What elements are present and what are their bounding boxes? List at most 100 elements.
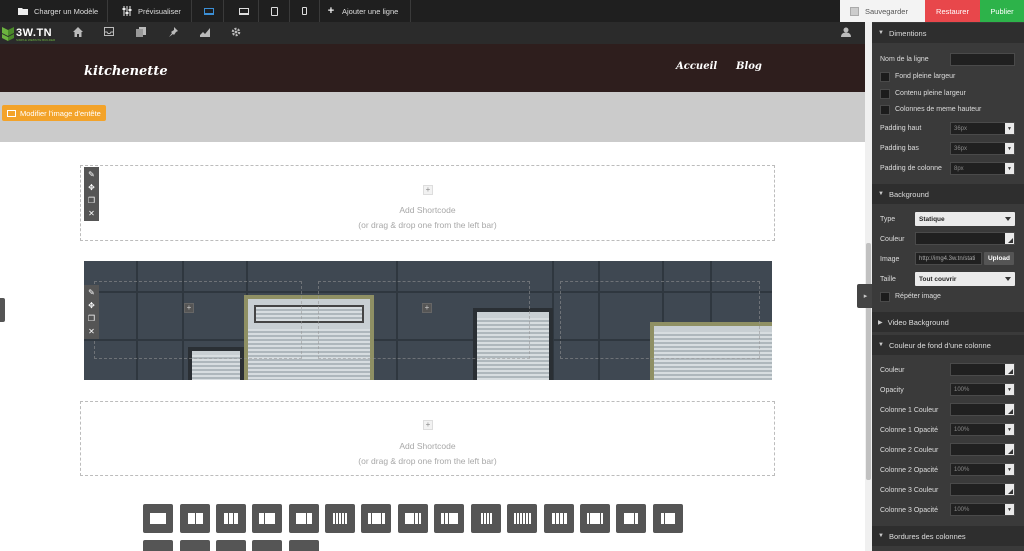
padding-top-select[interactable]: 36px ▼: [950, 122, 1015, 135]
desktop-view-button[interactable]: [194, 0, 224, 22]
layout-option-button[interactable]: [252, 540, 282, 551]
opacity-label: Opacity: [880, 387, 904, 394]
padding-col-select[interactable]: 8px ▼: [950, 162, 1015, 175]
section-dimensions[interactable]: ▼ Dimentions: [872, 23, 1024, 43]
col1-color-picker[interactable]: [950, 403, 1015, 416]
add-shortcode-plus[interactable]: +: [423, 420, 433, 430]
row-name-input[interactable]: [950, 53, 1015, 66]
layout-option-button[interactable]: [434, 504, 464, 533]
same-height-label: Colonnes de meme hauteur: [895, 106, 982, 113]
sliders-icon: [122, 6, 132, 16]
restore-button[interactable]: Restaurer: [925, 0, 980, 22]
move-icon[interactable]: ✥: [85, 299, 98, 312]
full-bg-checkbox[interactable]: [880, 72, 890, 82]
edit-header-image-button[interactable]: Modifier l'image d'entête: [2, 105, 106, 121]
delete-icon[interactable]: ✕: [85, 207, 98, 220]
caret-down-icon: ▼: [878, 191, 884, 197]
add-shortcode-plus[interactable]: +: [423, 185, 433, 195]
col3-opacity-select[interactable]: 100% ▼: [950, 503, 1015, 516]
publish-button[interactable]: Publier: [980, 0, 1024, 22]
menu-link-accueil[interactable]: Accueil: [676, 61, 717, 72]
section-column-borders[interactable]: ▼ Bordures des colonnes: [872, 526, 1024, 546]
layout-option-button[interactable]: [544, 504, 574, 533]
edit-icon[interactable]: ✎: [85, 286, 98, 299]
layout-option-button[interactable]: [143, 504, 173, 533]
same-height-checkbox[interactable]: [880, 105, 890, 115]
stats-icon[interactable]: [199, 27, 211, 39]
menu-link-blog[interactable]: Blog: [736, 61, 762, 72]
left-bar-handle[interactable]: [0, 298, 5, 322]
duplicate-icon[interactable]: ❐: [85, 194, 98, 207]
user-icon[interactable]: [840, 27, 852, 39]
col3-color-picker[interactable]: [950, 483, 1015, 496]
dropdown-arrow-icon: ▼: [1005, 163, 1014, 174]
caret-down-icon: ▼: [878, 342, 884, 348]
dropdown-arrow-icon: [1005, 217, 1011, 221]
scrollbar-thumb[interactable]: [866, 243, 871, 480]
inbox-icon[interactable]: [103, 27, 115, 39]
layout-option-button[interactable]: [216, 540, 246, 551]
col-color-picker[interactable]: [950, 363, 1015, 376]
opacity-select[interactable]: 100% ▼: [950, 383, 1015, 396]
logo[interactable]: 3W.TN SIMPLE WEBSITE BUILDER: [2, 24, 55, 42]
layout-option-button[interactable]: [216, 504, 246, 533]
padding-bottom-select[interactable]: 36px ▼: [950, 142, 1015, 155]
layout-option-button[interactable]: [616, 504, 646, 533]
pages-icon[interactable]: [135, 27, 147, 39]
col2-opacity-select[interactable]: 100% ▼: [950, 463, 1015, 476]
preview-label: Prévisualiser: [138, 6, 181, 16]
site-brand[interactable]: kitchenette: [84, 64, 168, 79]
section-background[interactable]: ▼ Background: [872, 184, 1024, 204]
header-image-area: [0, 92, 865, 142]
layout-option-button[interactable]: [325, 504, 355, 533]
layout-option-button[interactable]: [289, 540, 319, 551]
delete-icon[interactable]: ✕: [85, 325, 98, 338]
pin-icon[interactable]: [167, 27, 179, 39]
bg-color-picker[interactable]: [915, 232, 1015, 245]
save-button[interactable]: Sauvegarder: [840, 0, 925, 22]
laptop-view-button[interactable]: [229, 0, 259, 22]
shortcode-row-1[interactable]: + Add Shortcode (or drag & drop one from…: [80, 165, 775, 241]
layout-option-button[interactable]: [252, 504, 282, 533]
section-video-background[interactable]: ▶ Video Background: [872, 312, 1024, 332]
layout-option-button[interactable]: [653, 504, 683, 533]
repeat-image-checkbox[interactable]: [880, 292, 890, 302]
column-1-plus[interactable]: +: [184, 303, 194, 313]
add-row-button[interactable]: + Ajouter une ligne: [320, 0, 411, 22]
upload-button[interactable]: Upload: [984, 252, 1014, 265]
layout-option-button[interactable]: [507, 504, 537, 533]
layout-option-button[interactable]: [471, 504, 501, 533]
tablet-view-button[interactable]: [260, 0, 290, 22]
gear-icon[interactable]: [230, 27, 242, 39]
shortcode-row-3[interactable]: + Add Shortcode (or drag & drop one from…: [80, 401, 775, 476]
duplicate-icon[interactable]: ❐: [85, 312, 98, 325]
section-column-bg[interactable]: ▼ Couleur de fond d'une colonne: [872, 335, 1024, 355]
preview-button[interactable]: Prévisualiser: [108, 0, 192, 22]
col2-color-picker[interactable]: [950, 443, 1015, 456]
dropdown-arrow-icon: ▼: [1005, 123, 1014, 134]
column-2-plus[interactable]: +: [422, 303, 432, 313]
full-content-checkbox[interactable]: [880, 89, 890, 99]
move-icon[interactable]: ✥: [85, 181, 98, 194]
layout-option-button[interactable]: [398, 504, 428, 533]
home-icon[interactable]: [72, 27, 84, 39]
image-background-row[interactable]: + +: [84, 261, 772, 380]
mobile-view-button[interactable]: [290, 0, 320, 22]
layout-option-button[interactable]: [143, 540, 173, 551]
col3-color-label: Colonne 3 Couleur: [880, 487, 939, 494]
layout-option-button[interactable]: [180, 540, 210, 551]
section-dimensions-title: Dimentions: [888, 28, 927, 38]
layout-option-button[interactable]: [580, 504, 610, 533]
layout-option-button[interactable]: [180, 504, 210, 533]
layout-option-button[interactable]: [289, 504, 319, 533]
laptop-icon: [238, 7, 249, 15]
bg-size-select[interactable]: Tout couvrir: [915, 272, 1015, 286]
bg-type-select[interactable]: Statique: [915, 212, 1015, 226]
dropdown-arrow-icon: [1005, 277, 1011, 281]
bg-image-url-input[interactable]: http://img4.3w.tn/stati: [915, 252, 982, 265]
edit-icon[interactable]: ✎: [85, 168, 98, 181]
bg-size-label: Taille: [880, 276, 896, 283]
layout-option-button[interactable]: [361, 504, 391, 533]
col1-opacity-select[interactable]: 100% ▼: [950, 423, 1015, 436]
load-template-button[interactable]: Charger un Modèle: [8, 0, 108, 22]
